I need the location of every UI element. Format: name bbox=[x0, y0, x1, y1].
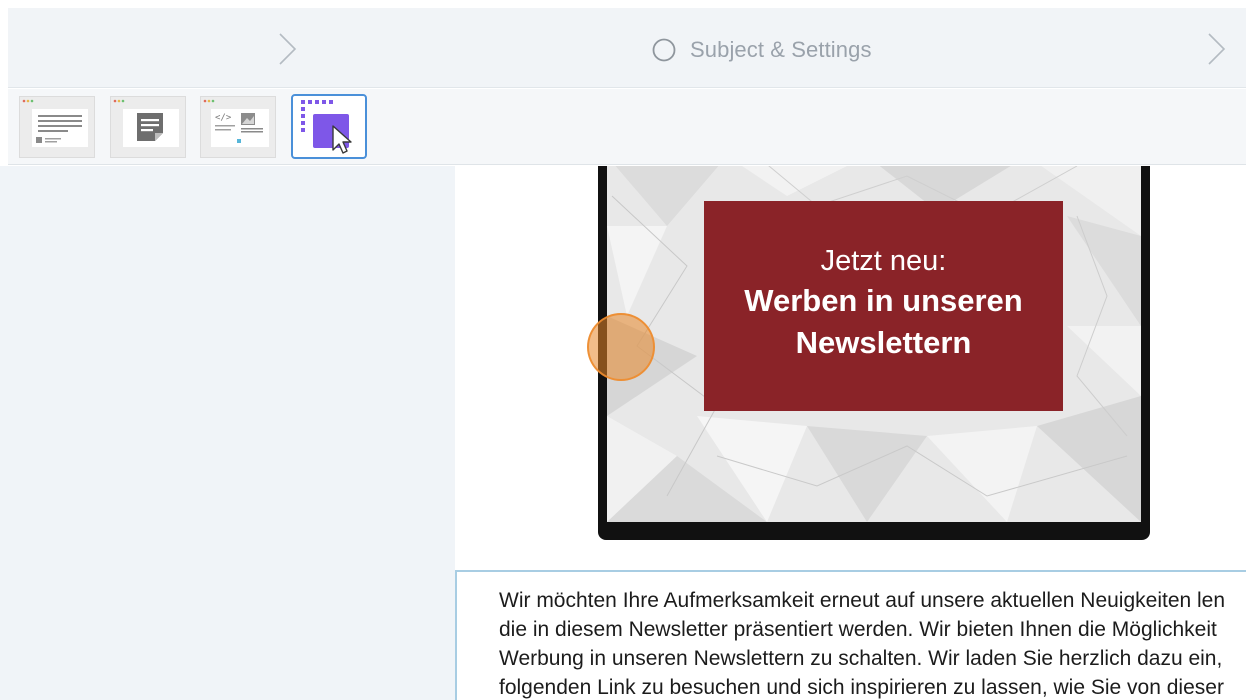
step-label: Subject & Settings bbox=[690, 37, 872, 62]
next-step-chevron-icon[interactable] bbox=[1200, 32, 1230, 66]
chevron-right-icon[interactable] bbox=[271, 32, 301, 66]
newsletter-canvas: Jetzt neu: Werben in unseren Newslettern… bbox=[455, 166, 1246, 700]
newsletter-text-block[interactable]: Wir möchten Ihre Aufmerksamkeit erneut a… bbox=[455, 570, 1246, 700]
note-icon bbox=[113, 99, 179, 147]
ad-headline-box: Jetzt neu: Werben in unseren Newslettern bbox=[704, 201, 1063, 411]
crumpled-paper-background: Jetzt neu: Werben in unseren Newslettern bbox=[607, 166, 1141, 522]
drag-select-block-thumbnail[interactable] bbox=[291, 94, 367, 159]
step-status-circle-icon bbox=[652, 38, 676, 62]
left-sidebar-panel bbox=[0, 166, 455, 700]
block-toolbar: </> bbox=[8, 89, 1246, 165]
step-subject-settings[interactable]: Subject & Settings bbox=[652, 37, 872, 62]
step-navigation-bar: Subject & Settings bbox=[8, 8, 1246, 88]
drag-select-icon bbox=[301, 100, 352, 154]
note-template-thumbnail[interactable] bbox=[110, 96, 186, 158]
ad-headline-line-1: Jetzt neu: bbox=[820, 245, 947, 277]
text-layout-icon bbox=[22, 99, 88, 147]
code-image-template-thumbnail[interactable]: </> bbox=[200, 96, 276, 158]
ad-headline-line-2: Werben in unseren bbox=[744, 283, 1023, 318]
svg-text:</>: </> bbox=[215, 113, 232, 123]
paragraph-line: folgenden Link zu besuchen und sich insp… bbox=[499, 676, 1224, 699]
top-strip bbox=[0, 0, 1246, 8]
paragraph-line: die in diesem Newsletter präsentiert wer… bbox=[499, 618, 1217, 641]
paragraph-line: Wir möchten Ihre Aufmerksamkeit erneut a… bbox=[499, 589, 1226, 612]
ad-image-block[interactable]: Jetzt neu: Werben in unseren Newslettern bbox=[598, 166, 1150, 540]
ad-headline-line-3: Newslettern bbox=[795, 325, 972, 360]
text-layout-template-thumbnail[interactable] bbox=[19, 96, 95, 158]
paragraph-line: Werbung in unseren Newslettern zu schalt… bbox=[499, 647, 1223, 670]
code-image-icon: </> bbox=[203, 99, 269, 147]
